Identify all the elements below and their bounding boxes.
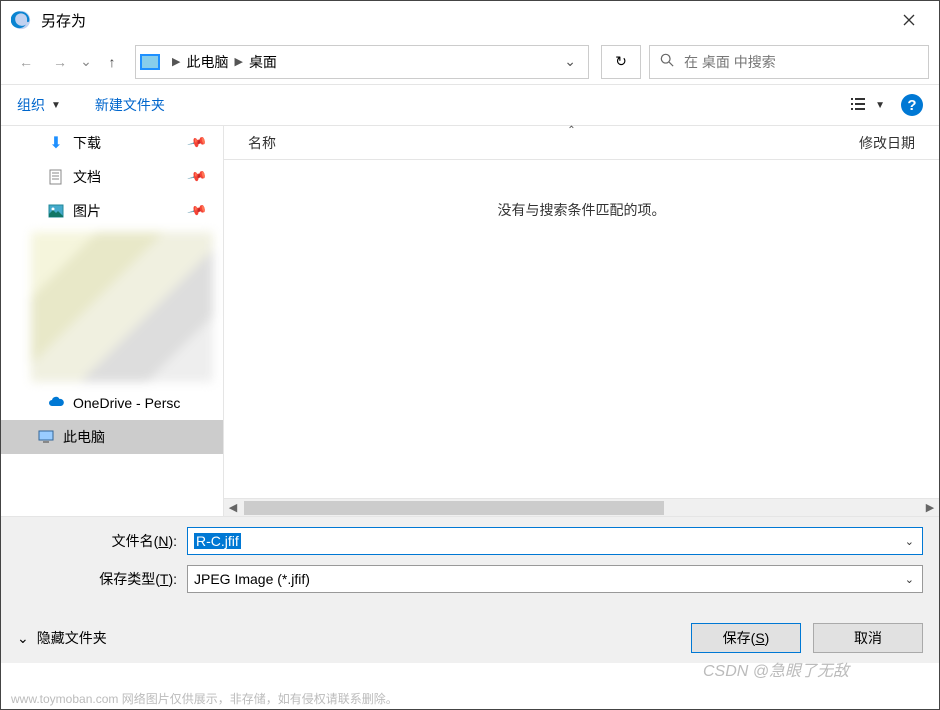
chevron-down-icon[interactable]: ⌄ [905,535,914,548]
history-dropdown[interactable]: ⌄ [79,53,93,70]
up-button[interactable]: ↑ [97,47,127,77]
filetype-row: 保存类型(T): JPEG Image (*.jfif) ⌄ [17,565,923,593]
edge-icon [11,10,31,30]
filetype-value: JPEG Image (*.jfif) [194,571,310,587]
file-list-pane: ⌃ 名称 修改日期 没有与搜索条件匹配的项。 ◀ ▶ [223,126,939,516]
pin-icon: 📌 [186,200,208,222]
address-bar[interactable]: ▶ 此电脑 ▶ 桌面 ⌄ [135,45,589,79]
organize-button[interactable]: 组织 ▼ [17,95,61,115]
refresh-button[interactable]: ↻ [601,45,641,79]
search-placeholder: 在 桌面 中搜索 [684,52,776,72]
view-options-button[interactable]: ▼ [851,97,885,113]
hide-folders-toggle[interactable]: ⌄ 隐藏文件夹 [17,628,107,648]
close-button[interactable] [889,1,929,39]
view-icon [851,97,871,113]
toolbar: 组织 ▼ 新建文件夹 ▼ ? [1,84,939,126]
forward-button[interactable]: → [45,47,75,77]
pin-icon: 📌 [186,132,208,154]
main-area: ⬇ 下载 📌 文档 📌 图片 📌 OneDrive - Persc [1,126,939,516]
chevron-right-icon: ▶ [172,55,180,68]
dialog-footer: ⌄ 隐藏文件夹 保存(S) 取消 [1,609,939,663]
navigation-bar: ← → ⌄ ↑ ▶ 此电脑 ▶ 桌面 ⌄ ↻ 在 桌面 中搜索 [1,39,939,84]
address-dropdown[interactable]: ⌄ [556,53,584,70]
filename-input[interactable]: R-C.jfif ⌄ [187,527,923,555]
refresh-icon: ↻ [615,53,627,70]
sort-indicator-icon: ⌃ [567,125,575,136]
sidebar-item-downloads[interactable]: ⬇ 下载 📌 [1,126,223,160]
search-input[interactable]: 在 桌面 中搜索 [649,45,929,79]
scroll-left-icon[interactable]: ◀ [224,501,242,514]
pin-icon: 📌 [186,166,208,188]
empty-state-message: 没有与搜索条件匹配的项。 [224,200,939,220]
pictures-icon [47,202,65,220]
monitor-icon [140,54,160,70]
column-name[interactable]: 名称 [248,133,668,153]
chevron-down-icon: ▼ [875,100,885,111]
downloads-icon: ⬇ [47,134,65,152]
sidebar-item-documents[interactable]: 文档 📌 [1,160,223,194]
chevron-down-icon: ▼ [51,100,61,111]
new-folder-button[interactable]: 新建文件夹 [95,95,165,115]
save-button[interactable]: 保存(S) [691,623,801,653]
window-title: 另存为 [41,10,889,31]
filetype-label: 保存类型(T): [17,569,187,589]
search-icon [660,53,674,70]
scroll-right-icon[interactable]: ▶ [921,501,939,514]
chevron-right-icon: ▶ [234,55,242,68]
chevron-down-icon: ⌄ [17,630,29,647]
column-headers: ⌃ 名称 修改日期 [224,126,939,160]
scrollbar-thumb[interactable] [244,501,664,515]
documents-icon [47,168,65,186]
filename-row: 文件名(N): R-C.jfif ⌄ [17,527,923,555]
title-bar: 另存为 [1,1,939,39]
redacted-items [31,232,213,382]
back-button[interactable]: ← [11,47,41,77]
chevron-down-icon[interactable]: ⌄ [905,573,914,586]
breadcrumb-root[interactable]: 此电脑 [186,52,228,72]
breadcrumb-current[interactable]: 桌面 [249,52,277,72]
sidebar-item-this-pc[interactable]: 此电脑 [1,420,223,454]
cancel-button[interactable]: 取消 [813,623,923,653]
filename-label: 文件名(N): [17,531,187,551]
this-pc-icon [37,428,55,446]
column-date-modified[interactable]: 修改日期 [849,133,915,153]
help-button[interactable]: ? [901,94,923,116]
sidebar-item-pictures[interactable]: 图片 📌 [1,194,223,228]
horizontal-scrollbar[interactable]: ◀ ▶ [224,498,939,516]
navigation-pane: ⬇ 下载 📌 文档 📌 图片 📌 OneDrive - Persc [1,126,223,516]
footer-note: www.toymoban.com 网络图片仅供展示，非存储，如有侵权请联系删除。 [11,690,398,707]
filetype-select[interactable]: JPEG Image (*.jfif) ⌄ [187,565,923,593]
onedrive-icon [47,394,65,412]
filename-value: R-C.jfif [194,533,241,549]
save-fields: 文件名(N): R-C.jfif ⌄ 保存类型(T): JPEG Image (… [1,516,939,609]
sidebar-item-onedrive[interactable]: OneDrive - Persc [1,386,223,420]
